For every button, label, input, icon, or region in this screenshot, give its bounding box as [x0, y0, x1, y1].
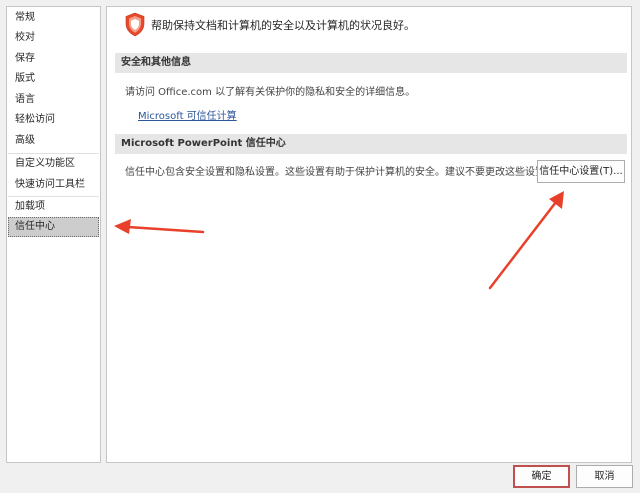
ok-button[interactable]: 确定	[513, 465, 570, 488]
sidebar-item-proofing[interactable]: 校对	[8, 28, 99, 48]
sidebar-item-add-ins[interactable]: 加载项	[8, 197, 99, 217]
trust-center-panel: 帮助保持文档和计算机的安全以及计算机的状况良好。 安全和其他信息 请访问 Off…	[106, 6, 632, 463]
sidebar-item-general[interactable]: 常规	[8, 8, 99, 28]
sidebar-item-trust-center[interactable]: 信任中心	[8, 217, 99, 237]
sidebar-item-advanced[interactable]: 高级	[8, 131, 99, 151]
options-sidebar: 常规 校对 保存 版式 语言 轻松访问 高级 自定义功能区 快速访问工具栏 加载…	[6, 6, 101, 463]
page-title: 帮助保持文档和计算机的安全以及计算机的状况良好。	[151, 19, 415, 32]
security-description: 请访问 Office.com 以了解有关保护你的隐私和安全的详细信息。	[125, 87, 416, 98]
sidebar-item-accessibility[interactable]: 轻松访问	[8, 110, 99, 130]
sidebar-item-quick-access-toolbar[interactable]: 快速访问工具栏	[8, 175, 99, 195]
trust-center-description: 信任中心包含安全设置和隐私设置。这些设置有助于保护计算机的安全。建议不要更改这些…	[125, 167, 555, 178]
trust-center-settings-button[interactable]: 信任中心设置(T)...	[537, 160, 625, 183]
security-section-title: 安全和其他信息	[115, 53, 627, 73]
sidebar-item-language[interactable]: 语言	[8, 90, 99, 110]
shield-icon	[125, 12, 145, 37]
sidebar-item-customize-ribbon[interactable]: 自定义功能区	[8, 154, 99, 174]
trustworthy-computing-link[interactable]: Microsoft 可信任计算	[138, 107, 237, 122]
trust-center-section-title: Microsoft PowerPoint 信任中心	[115, 134, 627, 154]
sidebar-item-save[interactable]: 保存	[8, 49, 99, 69]
cancel-button[interactable]: 取消	[576, 465, 633, 488]
sidebar-item-layout[interactable]: 版式	[8, 69, 99, 89]
